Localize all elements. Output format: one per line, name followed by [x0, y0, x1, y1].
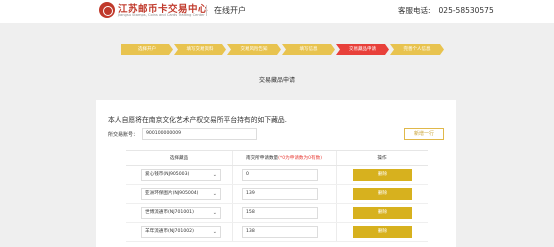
- item-select[interactable]: 世博流通币(NJ701001) ⌄: [141, 207, 221, 219]
- chevron-down-icon: ⌄: [212, 210, 217, 216]
- chevron-down-icon: ⌄: [212, 172, 217, 178]
- hotline-label: 客服电话:: [398, 6, 431, 15]
- intro-text: 本人自愿将在南京文化艺术产权交易所平台持有的如下藏品.: [108, 116, 287, 124]
- step-2: 填写交易资料: [174, 44, 226, 55]
- chevron-down-icon: ⌄: [212, 191, 217, 197]
- item-select[interactable]: 亚洲环保图片(NJ905004) ⌄: [141, 188, 221, 200]
- quantity-input[interactable]: 139: [242, 188, 318, 200]
- hotline: 客服电话: 025-58530575: [398, 5, 494, 16]
- table-row: 亚洲环保图片(NJ905004) ⌄ 139 删除: [126, 185, 428, 204]
- item-select-value: 亚洲环保图片(NJ905004): [145, 191, 199, 196]
- account-label: 所交易账号：: [108, 132, 139, 138]
- header-ops: 操作: [377, 156, 387, 161]
- header-divider: [206, 5, 207, 16]
- step-3: 交易风险告知: [227, 44, 281, 55]
- column-divider: [336, 185, 337, 203]
- table-header: 选择藏品 南交所申请数量(*0为申请数为0有数) 操作: [126, 151, 428, 166]
- table-row: 羊年流通币(NJ701002) ⌄ 138 删除: [126, 223, 428, 242]
- table-row: 爱心钱币(NJ905003) ⌄ 0 删除: [126, 166, 428, 185]
- collection-table: 选择藏品 南交所申请数量(*0为申请数为0有数) 操作 爱心钱币(NJ90500…: [126, 150, 428, 242]
- item-select-value: 羊年流通币(NJ701002): [145, 229, 194, 234]
- column-divider: [232, 185, 233, 203]
- header-item: 选择藏品: [169, 156, 189, 161]
- quantity-input[interactable]: 138: [242, 226, 318, 238]
- header-qty: 南交所申请数量(*0为申请数为0有数): [232, 151, 336, 166]
- quantity-input[interactable]: 0: [242, 169, 318, 181]
- column-divider: [336, 223, 337, 241]
- item-select[interactable]: 羊年流通币(NJ701002) ⌄: [141, 226, 221, 238]
- header: 江苏邮币卡交易中心 Jiangsu Stamps, Coins and Card…: [0, 0, 554, 23]
- table-row: 世博流通币(NJ701001) ⌄ 158 删除: [126, 204, 428, 223]
- delete-button[interactable]: 删除: [353, 226, 412, 238]
- column-divider: [232, 166, 233, 184]
- header-qty-hint: (*0为申请数为0有数): [278, 156, 323, 161]
- item-select-value: 爱心钱币(NJ905003): [145, 172, 190, 177]
- hotline-number: 025-58530575: [438, 6, 494, 15]
- delete-button[interactable]: 删除: [353, 169, 412, 181]
- header-subtitle: 在线开户: [214, 6, 246, 15]
- column-divider: [336, 166, 337, 184]
- item-select[interactable]: 爱心钱币(NJ905003) ⌄: [141, 169, 221, 181]
- account-input[interactable]: 900100000009: [142, 128, 257, 140]
- logo-subtitle: Jiangsu Stamps, Coins and Cards Trading …: [118, 13, 205, 17]
- add-row-button[interactable]: 新增一行: [404, 128, 444, 140]
- step-6: 完善个人信息: [390, 44, 444, 55]
- header-qty-label: 南交所申请数量: [245, 156, 279, 161]
- quantity-input[interactable]: 158: [242, 207, 318, 219]
- delete-button[interactable]: 删除: [353, 207, 412, 219]
- step-5: 交易藏品申请: [336, 44, 389, 55]
- page-title: 交易藏品申请: [258, 77, 295, 84]
- application-card: 本人自愿将在南京文化艺术产权交易所平台持有的如下藏品. 所交易账号： 90010…: [96, 100, 456, 247]
- column-divider: [232, 204, 233, 222]
- step-1: 选择开户: [121, 44, 173, 55]
- chevron-down-icon: ⌄: [212, 229, 217, 235]
- column-divider: [232, 223, 233, 241]
- step-4: 填写信息: [282, 44, 335, 55]
- delete-button[interactable]: 删除: [353, 188, 412, 200]
- logo-icon: [99, 2, 115, 18]
- column-divider: [336, 204, 337, 222]
- item-select-value: 世博流通币(NJ701001): [145, 210, 194, 215]
